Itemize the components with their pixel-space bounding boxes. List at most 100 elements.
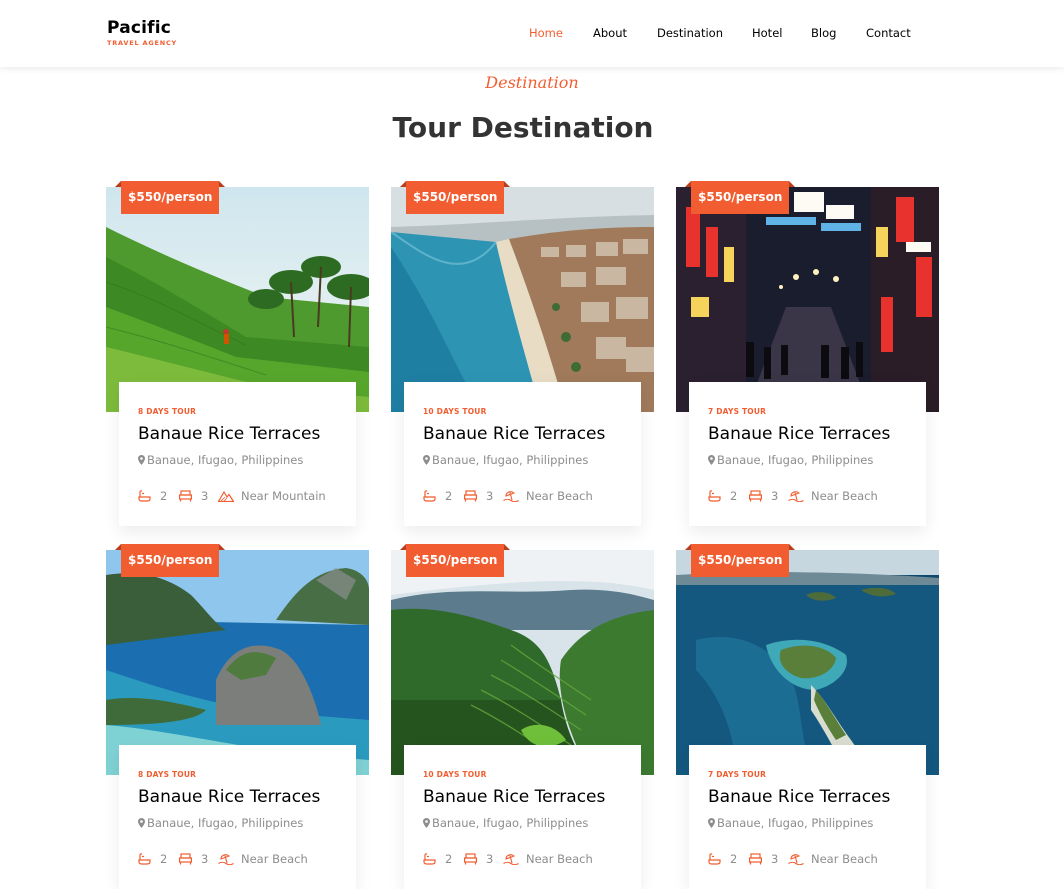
location-text: Banaue, Ifugao, Philippines: [423, 453, 588, 467]
destination-card[interactable]: $550/person 7 DAYS TOUR Banaue Rice Terr…: [676, 544, 939, 889]
destination-title[interactable]: Banaue Rice Terraces: [423, 787, 605, 807]
card-info: 10 DAYS TOUR Banaue Rice Terraces Banaue…: [404, 382, 641, 526]
bed-count: 3: [201, 852, 209, 866]
mountain-icon: [218, 490, 234, 502]
price-badge: $550/person: [114, 181, 226, 214]
price-badge: $550/person: [399, 181, 511, 214]
card-info: 7 DAYS TOUR Banaue Rice Terraces Banaue,…: [689, 745, 926, 889]
price-badge: $550/person: [684, 544, 796, 577]
location-label: Banaue, Ifugao, Philippines: [147, 453, 304, 467]
bath-count: 2: [160, 489, 168, 503]
nav-blog[interactable]: Blog: [811, 26, 836, 40]
amenities: 2 3 Near Beach: [708, 852, 918, 868]
section-heading: Tour Destination: [392, 111, 654, 144]
destination-card[interactable]: $550/person 8 DAYS TOUR Banaue Rice Terr…: [106, 181, 369, 527]
nav-destination[interactable]: Destination: [657, 26, 723, 40]
bed-icon: [464, 490, 477, 502]
bed-icon: [749, 853, 762, 865]
card-info: 7 DAYS TOUR Banaue Rice Terraces Banaue,…: [689, 382, 926, 526]
map-pin-icon: [138, 455, 145, 465]
amenities: 2 3 Near Beach: [138, 852, 348, 868]
map-pin-icon: [708, 818, 715, 828]
bed-count: 3: [201, 489, 209, 503]
section-subheading: Destination: [485, 73, 579, 92]
main-nav: Home About Destination Hotel Blog Contac…: [0, 26, 1064, 42]
destination-photo[interactable]: [391, 550, 654, 775]
bed-icon: [749, 490, 762, 502]
bath-count: 2: [160, 852, 168, 866]
destination-title[interactable]: Banaue Rice Terraces: [138, 424, 320, 444]
amenities: 2 3 Near Mountain: [138, 489, 348, 505]
destination-card[interactable]: $550/person 10 DAYS TOUR Banaue Rice Ter…: [391, 181, 654, 527]
bed-count: 3: [771, 489, 779, 503]
location-text: Banaue, Ifugao, Philippines: [708, 816, 873, 830]
map-pin-icon: [423, 455, 430, 465]
destination-photo[interactable]: [676, 550, 939, 775]
destination-photo[interactable]: [391, 187, 654, 412]
bath-count: 2: [445, 489, 453, 503]
bath-icon: [138, 853, 151, 865]
destination-title[interactable]: Banaue Rice Terraces: [423, 424, 605, 444]
feature-label: Near Beach: [526, 852, 593, 866]
amenities: 2 3 Near Beach: [708, 489, 918, 505]
price-badge: $550/person: [684, 181, 796, 214]
amenities: 2 3 Near Beach: [423, 489, 633, 505]
location-text: Banaue, Ifugao, Philippines: [708, 453, 873, 467]
tour-duration: 8 DAYS TOUR: [138, 407, 197, 416]
tour-duration: 7 DAYS TOUR: [708, 770, 767, 779]
location-label: Banaue, Ifugao, Philippines: [432, 453, 589, 467]
bed-count: 3: [486, 489, 494, 503]
destination-photo[interactable]: [676, 187, 939, 412]
navbar: Pacific TRAVEL AGENCY Home About Destina…: [0, 0, 1064, 67]
beach-icon: [503, 491, 519, 502]
destination-title[interactable]: Banaue Rice Terraces: [138, 787, 320, 807]
bath-icon: [423, 490, 436, 502]
bed-icon: [179, 490, 192, 502]
feature-label: Near Beach: [241, 852, 308, 866]
location-text: Banaue, Ifugao, Philippines: [138, 453, 303, 467]
map-pin-icon: [423, 818, 430, 828]
bed-count: 3: [486, 852, 494, 866]
beach-icon: [218, 854, 234, 865]
destination-card[interactable]: $550/person 7 DAYS TOUR Banaue Rice Terr…: [676, 181, 939, 527]
bed-icon: [464, 853, 477, 865]
nav-about[interactable]: About: [593, 26, 627, 40]
tour-duration: 10 DAYS TOUR: [423, 770, 487, 779]
location-text: Banaue, Ifugao, Philippines: [423, 816, 588, 830]
map-pin-icon: [138, 818, 145, 828]
card-info: 8 DAYS TOUR Banaue Rice Terraces Banaue,…: [119, 745, 356, 889]
destination-title[interactable]: Banaue Rice Terraces: [708, 424, 890, 444]
price-badge: $550/person: [114, 544, 226, 577]
tour-duration: 7 DAYS TOUR: [708, 407, 767, 416]
price-badge: $550/person: [399, 544, 511, 577]
bath-icon: [708, 490, 721, 502]
amenities: 2 3 Near Beach: [423, 852, 633, 868]
feature-label: Near Beach: [811, 852, 878, 866]
location-label: Banaue, Ifugao, Philippines: [717, 816, 874, 830]
destination-card[interactable]: $550/person 10 DAYS TOUR Banaue Rice Ter…: [391, 544, 654, 889]
beach-icon: [788, 854, 804, 865]
bath-count: 2: [445, 852, 453, 866]
nav-hotel[interactable]: Hotel: [752, 26, 782, 40]
bath-icon: [708, 853, 721, 865]
nav-home[interactable]: Home: [529, 26, 563, 40]
bath-count: 2: [730, 489, 738, 503]
location-label: Banaue, Ifugao, Philippines: [717, 453, 874, 467]
bed-count: 3: [771, 852, 779, 866]
nav-contact[interactable]: Contact: [866, 26, 911, 40]
beach-icon: [503, 854, 519, 865]
destination-photo[interactable]: [106, 187, 369, 412]
location-text: Banaue, Ifugao, Philippines: [138, 816, 303, 830]
card-info: 8 DAYS TOUR Banaue Rice Terraces Banaue,…: [119, 382, 356, 526]
bath-icon: [138, 490, 151, 502]
destination-card[interactable]: $550/person 8 DAYS TOUR Banaue Rice Terr…: [106, 544, 369, 889]
feature-label: Near Beach: [526, 489, 593, 503]
destination-title[interactable]: Banaue Rice Terraces: [708, 787, 890, 807]
map-pin-icon: [708, 455, 715, 465]
card-info: 10 DAYS TOUR Banaue Rice Terraces Banaue…: [404, 745, 641, 889]
bed-icon: [179, 853, 192, 865]
tour-duration: 8 DAYS TOUR: [138, 770, 197, 779]
destination-photo[interactable]: [106, 550, 369, 775]
feature-label: Near Beach: [811, 489, 878, 503]
location-label: Banaue, Ifugao, Philippines: [432, 816, 589, 830]
